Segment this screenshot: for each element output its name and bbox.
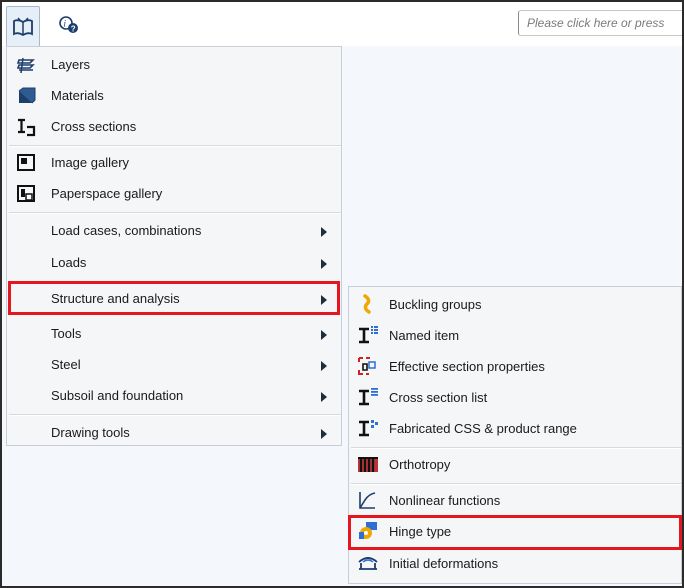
submenu-arrow-icon <box>321 429 327 439</box>
submenu-item-fabricated-css[interactable]: Fabricated CSS & product range <box>349 413 681 443</box>
application-window: i ? Please click here or press Layers Ma… <box>0 0 684 588</box>
submenu-item-orthotropy[interactable]: Orthotropy <box>349 449 681 479</box>
submenu-item-effective-section-properties[interactable]: Effective section properties <box>349 351 681 381</box>
menu-item-structure-and-analysis[interactable]: Structure and analysis <box>7 283 341 315</box>
menu-item-label: Tools <box>51 326 82 341</box>
menu-item-label: Load cases, combinations <box>51 223 202 238</box>
hinge-type-icon <box>357 521 377 541</box>
submenu-item-label: Cross section list <box>389 390 488 405</box>
submenu-arrow-icon <box>321 295 327 305</box>
menu-item-label: Loads <box>51 255 87 270</box>
menu-separator <box>9 414 341 416</box>
submenu-item-label: Fabricated CSS & product range <box>389 421 577 436</box>
submenu-structure-and-analysis: Buckling groups Named item Effective sec… <box>348 286 682 584</box>
submenu-item-initial-deformations[interactable]: Initial deformations <box>349 548 681 578</box>
submenu-arrow-icon <box>321 227 327 237</box>
submenu-item-label: Nonlinear functions <box>389 493 501 508</box>
fabricated-css-icon <box>357 418 378 438</box>
menu-item-load-cases[interactable]: Load cases, combinations <box>7 215 341 247</box>
submenu-arrow-icon <box>321 361 327 371</box>
toolbar: i ? Please click here or press <box>2 2 682 46</box>
submenu-item-label: Effective section properties <box>389 359 545 374</box>
menu-item-materials[interactable]: Materials <box>7 80 341 112</box>
submenu-item-nonlinear-functions[interactable]: Nonlinear functions <box>349 485 681 515</box>
main-menu: Layers Materials Cross sections Image ga… <box>6 46 342 446</box>
materials-icon <box>16 86 36 106</box>
nonlinear-functions-icon <box>357 490 377 510</box>
initial-deformations-icon <box>357 553 378 573</box>
menu-item-label: Layers <box>51 57 91 72</box>
menu-item-drawing-tools[interactable]: Drawing tools <box>7 417 341 449</box>
submenu-arrow-icon <box>321 259 327 269</box>
submenu-item-label: Initial deformations <box>389 556 499 571</box>
submenu-arrow-icon <box>321 330 327 340</box>
submenu-item-label: Named item <box>389 328 460 343</box>
submenu-item-cross-section-list[interactable]: Cross section list <box>349 382 681 412</box>
named-item-icon <box>357 325 378 345</box>
orthotropy-icon <box>357 454 378 474</box>
menu-item-cross-sections[interactable]: Cross sections <box>7 111 341 143</box>
submenu-item-label: Hinge type <box>389 524 452 539</box>
menu-item-label: Drawing tools <box>51 425 130 440</box>
submenu-item-label: Orthotropy <box>389 457 451 472</box>
menu-separator <box>9 212 341 214</box>
menu-item-subsoil-and-foundation[interactable]: Subsoil and foundation <box>7 380 341 412</box>
menu-item-label: Paperspace gallery <box>51 186 163 201</box>
help-search-icon[interactable]: i ? <box>52 6 86 44</box>
menu-item-label: Structure and analysis <box>51 291 180 306</box>
cross-sections-icon <box>16 117 36 137</box>
effective-section-icon <box>357 356 377 376</box>
cross-section-list-icon <box>357 387 378 407</box>
menu-item-paperspace-gallery[interactable]: Paperspace gallery <box>7 178 341 210</box>
menu-item-label: Image gallery <box>51 155 130 170</box>
open-book-icon[interactable] <box>6 6 40 46</box>
buckling-groups-icon <box>357 294 377 314</box>
layers-icon <box>16 55 36 75</box>
svg-text:?: ? <box>71 25 76 34</box>
menu-item-layers[interactable]: Layers <box>7 49 341 81</box>
image-gallery-icon <box>16 153 36 173</box>
svg-text:i: i <box>64 19 67 29</box>
menu-item-steel[interactable]: Steel <box>7 349 341 381</box>
submenu-item-buckling-groups[interactable]: Buckling groups <box>349 289 681 319</box>
menu-item-label: Steel <box>51 357 81 372</box>
submenu-arrow-icon <box>321 392 327 402</box>
paperspace-gallery-icon <box>16 184 36 204</box>
menu-item-label: Cross sections <box>51 119 137 134</box>
menu-item-image-gallery[interactable]: Image gallery <box>7 147 341 179</box>
menu-item-label: Materials <box>51 88 104 103</box>
menu-item-loads[interactable]: Loads <box>7 247 341 279</box>
menu-item-tools[interactable]: Tools <box>7 318 341 350</box>
submenu-item-hinge-type[interactable]: Hinge type <box>349 516 681 546</box>
submenu-item-named-item[interactable]: Named item <box>349 320 681 350</box>
search-input[interactable]: Please click here or press <box>518 10 682 36</box>
submenu-item-label: Buckling groups <box>389 297 482 312</box>
menu-item-label: Subsoil and foundation <box>51 388 184 403</box>
